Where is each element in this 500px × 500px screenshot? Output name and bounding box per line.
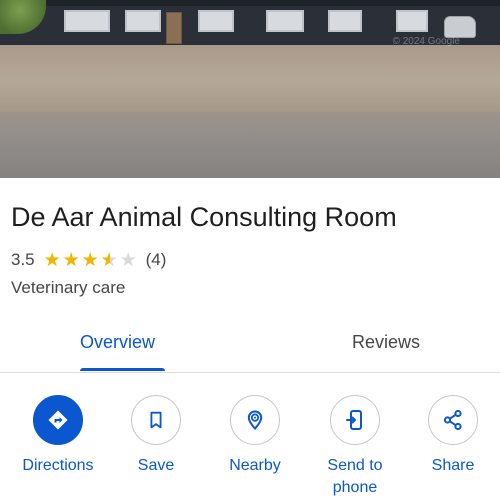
share-icon — [443, 409, 462, 431]
nearby-pin-icon — [247, 410, 263, 430]
rating-value: 3.5 — [11, 250, 35, 269]
tab-overview[interactable]: Overview — [80, 331, 155, 353]
action-buttons: Directions Save Nearby Send to phone Sha… — [0, 395, 500, 500]
photo-car — [444, 16, 476, 38]
nearby-label: Nearby — [229, 457, 281, 474]
save-button[interactable]: Save — [106, 395, 206, 477]
directions-label: Directions — [22, 457, 94, 474]
place-title: De Aar Animal Consulting Room — [11, 202, 397, 232]
share-label: Share — [431, 457, 475, 474]
send-to-phone-label: Send to phone — [327, 457, 383, 496]
photo-ground — [0, 45, 500, 115]
star-icon: ★ ★ — [62, 249, 80, 271]
star-icon: ★ ★ — [100, 249, 118, 271]
photo-watermark: © 2024 Google — [392, 36, 460, 47]
rating-stars: ★ ★ ★ ★ ★ ★ ★ ★ ★ — [44, 251, 139, 270]
review-count: (4) — [145, 250, 167, 269]
rating-row[interactable]: 3.5 ★ ★ ★ ★ ★ ★ ★ ★ ★ (4) — [11, 249, 166, 271]
star-icon: ★ ★ — [43, 249, 61, 271]
save-label: Save — [137, 457, 175, 474]
star-icon: ★ — [119, 249, 137, 271]
send-to-phone-icon — [346, 410, 362, 430]
bookmark-icon — [150, 411, 162, 429]
photo-road — [0, 112, 500, 178]
tab-reviews[interactable]: Reviews — [352, 331, 420, 353]
directions-icon — [48, 410, 68, 430]
tab-bar: Overview Reviews — [0, 318, 500, 373]
place-photo[interactable]: © 2024 Google — [0, 0, 500, 178]
send-to-phone-button[interactable]: Send to phone — [305, 395, 405, 499]
star-icon: ★ ★ — [81, 249, 99, 271]
tab-selected-indicator — [80, 368, 165, 371]
directions-button[interactable]: Directions — [8, 395, 108, 477]
place-category[interactable]: Veterinary care — [11, 277, 125, 299]
share-button[interactable]: Share — [403, 395, 500, 477]
nearby-button[interactable]: Nearby — [205, 395, 305, 477]
